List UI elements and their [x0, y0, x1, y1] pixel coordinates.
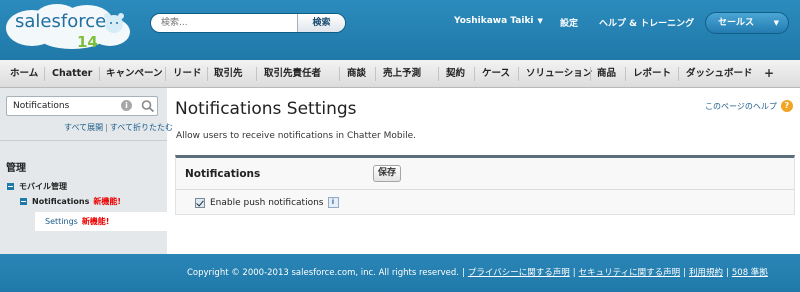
chevron-down-icon: ▼	[537, 17, 543, 25]
notifications-panel: Notifications 保存 Enable push notificatio…	[175, 155, 795, 215]
tree-expand-controls: すべて展開 | すべて折りたたむ	[64, 122, 173, 133]
new-badge: 新機能!	[93, 197, 122, 206]
link-separator: |	[105, 123, 108, 132]
search-icon[interactable]	[140, 99, 156, 113]
collapse-icon[interactable]	[20, 198, 27, 205]
global-search: 検索	[150, 13, 346, 33]
tree-item-settings[interactable]: Settings 新機能!	[45, 216, 109, 227]
tab-cases[interactable]: ケース	[482, 60, 510, 87]
setup-link[interactable]: 設定	[560, 16, 578, 29]
logo-release: 14	[77, 33, 98, 51]
save-button[interactable]: 保存	[373, 165, 401, 182]
tab-divider	[44, 67, 45, 81]
page-help-label: このページのヘルプ	[705, 101, 777, 111]
page-title: Notifications Settings	[175, 99, 357, 119]
user-name: Yoshikawa Taiki	[454, 16, 534, 26]
tab-divider	[375, 67, 376, 81]
tab-divider	[678, 67, 679, 81]
tab-reports[interactable]: レポート	[633, 60, 671, 87]
expand-all-link[interactable]: すべて展開	[64, 123, 103, 132]
tab-opportunities[interactable]: 商談	[347, 60, 366, 87]
tab-divider	[438, 67, 439, 81]
tree-item-notifications[interactable]: Notifications 新機能!	[20, 196, 121, 207]
tab-accounts[interactable]: 取引先	[214, 60, 243, 87]
tab-bar: ホーム Chatter キャンペーン リード 取引先 取引先責任者 商談 売上予…	[0, 60, 800, 88]
collapse-all-link[interactable]: すべて折りたたむ	[110, 123, 173, 132]
tab-contacts[interactable]: 取引先責任者	[264, 60, 321, 87]
sidebar-divider	[0, 140, 167, 141]
app-switcher[interactable]: セールス ▼	[705, 12, 789, 34]
tab-leads[interactable]: リード	[173, 60, 202, 87]
logo-wordmark: salesforce	[15, 11, 106, 32]
global-search-button[interactable]: 検索	[297, 14, 345, 32]
salesforce-logo[interactable]: salesforce 14	[2, 2, 136, 54]
enable-push-label: Enable push notifications	[210, 197, 324, 208]
page-footer: Copyright © 2000-2013 salesforce.com, in…	[0, 254, 800, 292]
enable-push-checkbox[interactable]	[195, 197, 205, 208]
tab-divider	[99, 67, 100, 81]
copyright-text: Copyright © 2000-2013 salesforce.com, in…	[187, 268, 460, 278]
tab-divider	[625, 67, 626, 81]
info-icon[interactable]: i	[327, 197, 339, 208]
tab-divider	[518, 67, 519, 81]
global-search-input[interactable]	[151, 14, 299, 32]
terms-link[interactable]: 利用規約	[689, 268, 723, 278]
setup-sidebar: i すべて展開|すべて折りたたむ 管理 モバイル管理 Notifications…	[0, 88, 173, 254]
footer-text: Copyright © 2000-2013 salesforce.com, in…	[187, 266, 768, 278]
quick-find-input[interactable]	[7, 97, 113, 115]
panel-header: Notifications 保存	[176, 158, 794, 190]
app-switcher-label: セールス	[718, 18, 755, 28]
tab-campaigns[interactable]: キャンペーン	[106, 60, 163, 87]
tab-dashboards[interactable]: ダッシュボード	[686, 60, 753, 87]
tree-item-label: Notifications	[32, 197, 90, 206]
tab-divider	[474, 67, 475, 81]
clear-search-icon[interactable]: i	[121, 100, 132, 111]
tab-contracts[interactable]: 契約	[446, 60, 465, 87]
privacy-link[interactable]: プライバシーに関する声明	[468, 268, 570, 278]
tree-item-mobile-admin[interactable]: モバイル管理	[7, 181, 67, 192]
tab-solutions[interactable]: ソリューション	[526, 60, 592, 87]
collapse-icon[interactable]	[7, 183, 14, 190]
quick-find: i	[6, 96, 158, 116]
page-help-link[interactable]: このページのヘルプ ?	[705, 100, 793, 112]
tree-item-label: Settings	[45, 217, 78, 226]
tab-products[interactable]: 商品	[597, 60, 616, 87]
page-description: Allow users to receive notifications in …	[176, 131, 416, 141]
tab-chatter[interactable]: Chatter	[52, 60, 92, 87]
accessibility-link[interactable]: 508 準拠	[732, 268, 768, 278]
top-header: salesforce 14 検索 Yoshikawa Taiki▼ 設定 ヘルプ…	[0, 0, 800, 60]
security-link[interactable]: セキュリティに関する声明	[579, 268, 681, 278]
tab-divider	[165, 67, 166, 81]
user-menu[interactable]: Yoshikawa Taiki ▼	[454, 16, 543, 26]
tree-item-label: モバイル管理	[19, 182, 67, 191]
chevron-down-icon: ▼	[773, 19, 779, 27]
all-tabs-plus-icon[interactable]: +	[764, 60, 774, 87]
panel-title: Notifications	[185, 168, 261, 180]
tab-divider	[590, 67, 591, 81]
tab-forecasts[interactable]: 売上予測	[383, 60, 421, 87]
push-notifications-row: Enable push notifications i	[195, 197, 339, 208]
help-icon: ?	[780, 100, 793, 112]
tab-divider	[339, 67, 340, 81]
tab-home[interactable]: ホーム	[10, 60, 38, 87]
new-badge: 新機能!	[81, 217, 110, 226]
footer-separator: |	[726, 268, 729, 278]
section-title-administer: 管理	[6, 163, 26, 174]
footer-separator: |	[462, 268, 465, 278]
footer-separator: |	[572, 268, 576, 278]
tab-divider	[256, 67, 257, 81]
tab-divider	[207, 67, 208, 81]
help-training-link[interactable]: ヘルプ & トレーニング	[599, 16, 694, 29]
footer-separator: |	[683, 268, 686, 278]
